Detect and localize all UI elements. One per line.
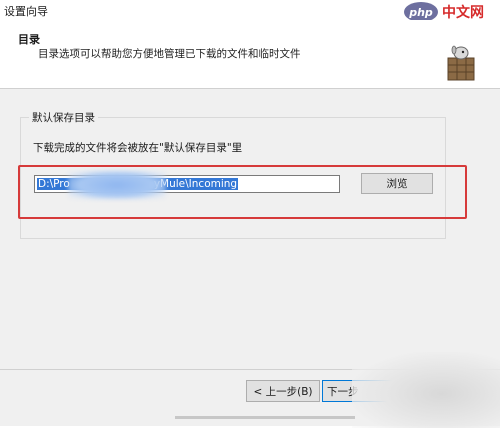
browse-button[interactable]: 浏览: [361, 173, 433, 194]
watermark-site-text: 中文网: [442, 5, 484, 21]
title-bar: 设置向导 php 中文网: [0, 0, 500, 22]
page-title: 目录: [18, 33, 40, 46]
wizard-body: 默认保存目录 下载完成的文件将会被放在"默认保存目录"里 D:\Pro yMule…: [0, 89, 500, 369]
php-logo-icon: php: [404, 2, 438, 22]
taskbar-strip: [175, 416, 355, 419]
group-legend: 默认保存目录: [29, 110, 98, 125]
page-description: 目录选项可以帮助您方便地管理已下载的文件和临时文件: [38, 48, 301, 60]
watermark-blur: [352, 352, 500, 428]
path-suffix: yMule\Incoming: [153, 178, 238, 190]
path-prefix: D:\Pro: [38, 178, 70, 190]
group-description: 下载完成的文件将会被放在"默认保存目录"里: [33, 142, 243, 154]
wizard-header: 目录 目录选项可以帮助您方便地管理已下载的文件和临时文件: [0, 20, 500, 89]
mule-icon: [447, 45, 475, 81]
back-button[interactable]: < 上一步(B): [246, 380, 320, 402]
redaction-blur: [68, 171, 166, 199]
window-title: 设置向导: [4, 5, 48, 18]
